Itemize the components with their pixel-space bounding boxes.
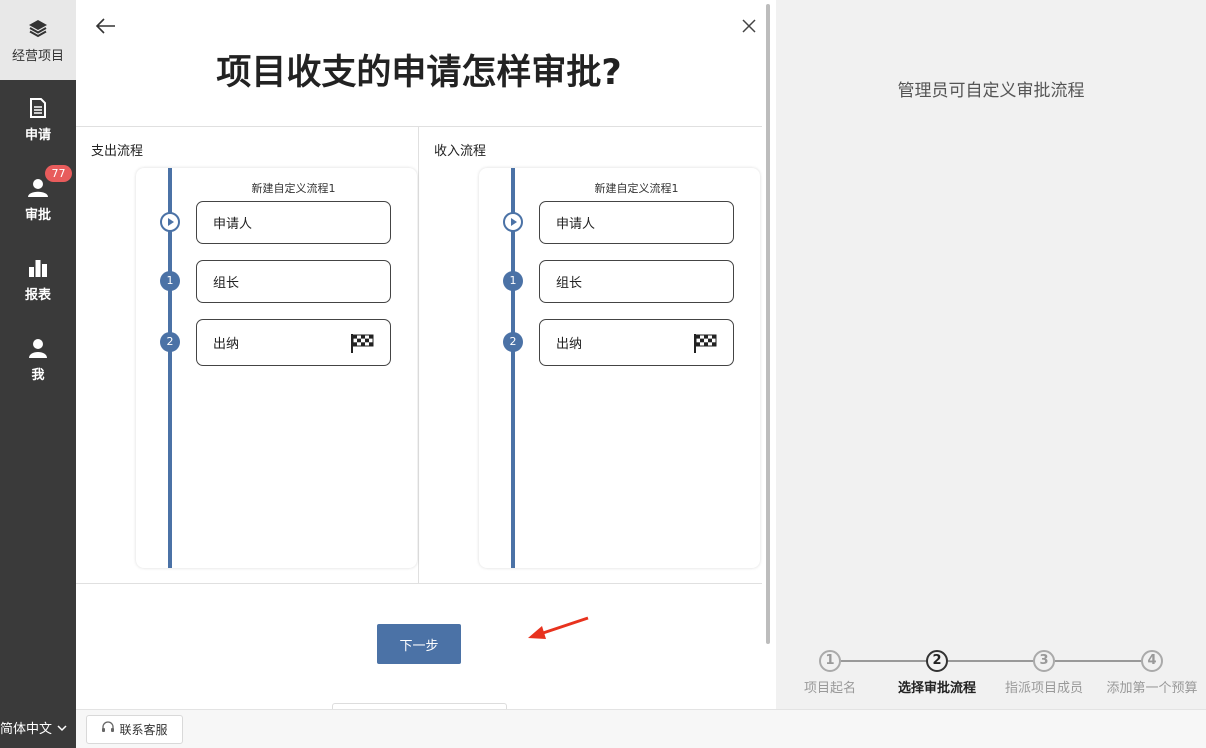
progress-connector [948, 660, 1044, 662]
next-step-button[interactable]: 下一步 [377, 624, 461, 664]
bottom-bar: 联系客服 [76, 709, 1206, 748]
close-icon[interactable] [740, 17, 758, 35]
document-icon [0, 98, 76, 118]
step-label: 申请人 [556, 217, 596, 232]
pointer-arrow-icon [526, 614, 596, 648]
layers-icon [0, 18, 76, 38]
headset-icon [101, 721, 115, 738]
step-label: 组长 [213, 276, 240, 291]
step-label: 出纳 [556, 337, 583, 352]
flow-step-applicant[interactable]: 申请人 [539, 201, 734, 244]
progress-connector [841, 660, 937, 662]
back-arrow-icon[interactable] [94, 14, 118, 38]
approval-count-badge: 77 [45, 165, 72, 182]
progress-step-number: 1 [819, 650, 841, 672]
sidebar-item-me[interactable]: 我 [0, 320, 76, 400]
progress-step-number: 4 [1141, 650, 1163, 672]
step-label: 出纳 [213, 337, 240, 352]
step-number: 1 [503, 271, 523, 291]
sidebar-item-label: 报表 [24, 288, 51, 303]
sidebar-item-projects[interactable]: 经营项目 [0, 0, 76, 80]
contact-support-button[interactable]: 联系客服 [86, 715, 183, 744]
progress-step-label: 项目起名 [803, 681, 857, 696]
step-number: 2 [160, 332, 180, 352]
language-label: 简体中文 [0, 722, 53, 737]
page-title: 项目收支的申请怎样审批? [216, 53, 622, 93]
sidebar-item-label: 申请 [24, 128, 51, 143]
finish-flag-icon [350, 333, 374, 357]
step-label: 申请人 [213, 217, 253, 232]
progress-step-label: 添加第一个预算 [1106, 681, 1198, 696]
flow-step-cashier[interactable]: 出纳 [196, 319, 391, 366]
chevron-down-icon [56, 722, 68, 737]
flow-name: 新建自定义流程1 [251, 182, 336, 195]
step-label: 组长 [556, 276, 583, 291]
expense-flow-title: 支出流程 [91, 144, 144, 159]
scrollbar[interactable] [766, 4, 770, 644]
language-selector[interactable]: 简体中文 [0, 718, 76, 737]
divider [76, 126, 762, 127]
guide-panel: 管理员可自定义审批流程 1 2 3 4 项目起名 选择审批流程 指派项目成员 添… [776, 0, 1206, 709]
divider [76, 583, 762, 584]
sidebar-item-label: 经营项目 [11, 49, 64, 64]
sidebar: 经营项目 申请 审批 报表 我 77 简体中文 [0, 0, 76, 748]
sidebar-item-apply[interactable]: 申请 [0, 80, 76, 160]
wizard-panel: 项目收支的申请怎样审批? 支出流程 新建自定义流程1 申请人 1 组长 2 出纳 [76, 0, 776, 711]
income-flow-title: 收入流程 [434, 144, 487, 159]
step-number: 1 [160, 271, 180, 291]
progress-step-number: 2 [926, 650, 948, 672]
divider [418, 127, 419, 583]
wizard-progress: 1 2 3 4 项目起名 选择审批流程 指派项目成员 添加第一个预算 [776, 650, 1206, 700]
progress-connector [1055, 660, 1151, 662]
income-flow-card[interactable]: 新建自定义流程1 申请人 1 组长 2 出纳 [479, 168, 760, 568]
progress-step-number: 3 [1033, 650, 1055, 672]
bar-chart-icon [0, 258, 76, 278]
sidebar-item-label: 审批 [24, 208, 51, 223]
person-icon [0, 338, 76, 358]
flow-name: 新建自定义流程1 [594, 182, 679, 195]
step-number: 2 [503, 332, 523, 352]
sidebar-item-reports[interactable]: 报表 [0, 240, 76, 320]
progress-step-label: 指派项目成员 [1004, 681, 1084, 696]
flow-step-leader[interactable]: 组长 [539, 260, 734, 303]
start-node-icon [160, 212, 180, 232]
finish-flag-icon [693, 333, 717, 357]
flow-step-leader[interactable]: 组长 [196, 260, 391, 303]
progress-step-label: 选择审批流程 [897, 681, 977, 696]
start-node-icon [503, 212, 523, 232]
expense-flow-card[interactable]: 新建自定义流程1 申请人 1 组长 2 出纳 [136, 168, 417, 568]
flow-step-cashier[interactable]: 出纳 [539, 319, 734, 366]
sidebar-item-label: 我 [31, 368, 45, 383]
flow-step-applicant[interactable]: 申请人 [196, 201, 391, 244]
guide-title: 管理员可自定义审批流程 [897, 81, 1085, 101]
contact-support-label: 联系客服 [119, 723, 168, 737]
